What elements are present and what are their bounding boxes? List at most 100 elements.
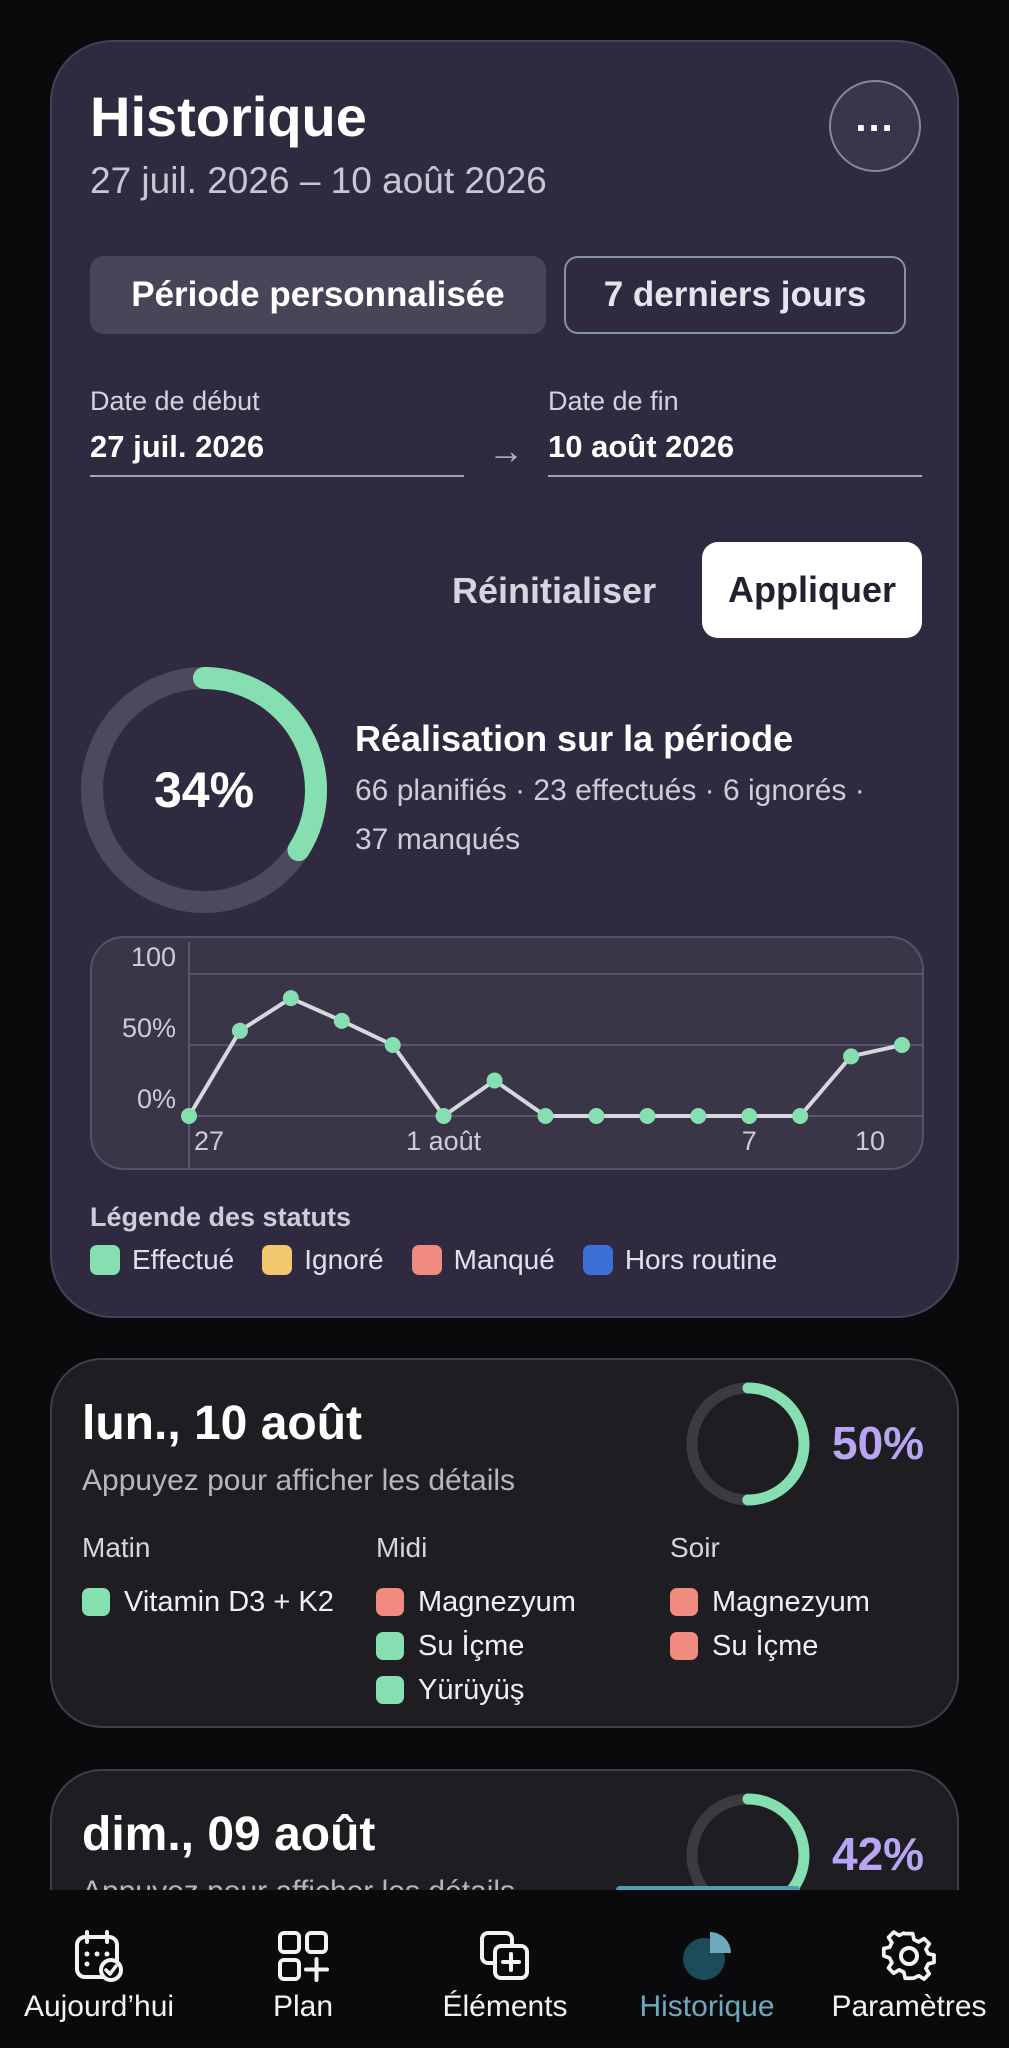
task-item: Magnezyum [670, 1580, 950, 1624]
day-card[interactable]: lun., 10 août Appuyez pour afficher les … [50, 1358, 959, 1728]
legend-label: Manqué [453, 1244, 555, 1275]
start-date-label: Date de début [90, 386, 260, 416]
nav-item-plan[interactable]: Plan [208, 1890, 398, 2048]
task-item: Su İçme [376, 1624, 656, 1668]
task-name: Magnezyum [712, 1585, 870, 1618]
line-chart-svg: 100 50% 0% 27 1 août 7 10 [122, 942, 922, 1168]
status-dot [670, 1588, 698, 1616]
end-date-field[interactable]: Date de fin 10 août 2026 [548, 386, 922, 477]
x-tick-label: 27 [194, 1126, 224, 1156]
legend-swatch [582, 1245, 613, 1275]
column-label: Soir [670, 1532, 720, 1563]
day-completion-ring [686, 1382, 810, 1506]
add-copy-icon [480, 1931, 529, 1980]
task-item: Su İçme [670, 1624, 950, 1668]
day-completion-ring [686, 1793, 810, 1890]
status-dot [376, 1632, 404, 1660]
task-name: Yürüyüş [418, 1673, 525, 1706]
status-dot [376, 1676, 404, 1704]
completion-ring: 34% [78, 664, 330, 916]
legend-swatch [411, 1245, 442, 1275]
data-point [231, 1022, 248, 1039]
y-tick-label: 50% [122, 1013, 176, 1043]
end-date-label: Date de fin [548, 386, 679, 416]
completion-percent: 34% [153, 762, 255, 818]
history-card: Historique 27 juil. 2026 – 10 août 2026 … [50, 40, 959, 1318]
data-point [486, 1072, 503, 1089]
pie-chart-icon [683, 1932, 731, 1980]
data-point [435, 1108, 452, 1124]
start-date-value[interactable]: 27 juil. 2026 [90, 429, 464, 477]
data-point [282, 990, 299, 1007]
data-point [384, 1037, 401, 1053]
legend-label: Effectué [132, 1244, 235, 1275]
legend-swatch [90, 1245, 120, 1275]
nav-label: Aujourd’hui [23, 1990, 175, 2023]
task-name: Magnezyum [418, 1585, 576, 1618]
last-7-days-button[interactable]: 7 derniers jours [564, 256, 906, 334]
column-midi: Midi Magnezyum Su İçme Yürüyüş [376, 1532, 656, 1712]
legend-item-ignored: Ignoré [262, 1244, 384, 1276]
scroll-area[interactable]: Historique 27 juil. 2026 – 10 août 2026 … [0, 0, 1009, 1890]
nav-label: Historique [639, 1990, 775, 2023]
x-tick-label: 1 août [406, 1126, 482, 1156]
legend-title: Légende des statuts [90, 1202, 352, 1232]
day-subtitle: Appuyez pour afficher les détails [82, 1464, 516, 1497]
summary-stats: 66 planifiés · 23 effectués · 6 ignorés … [355, 766, 915, 864]
nav-item-history[interactable]: Historique [612, 1890, 802, 2048]
task-name: Vitamin D3 + K2 [124, 1585, 334, 1618]
legend-label: Ignoré [304, 1244, 384, 1275]
nav-label: Paramètres [831, 1990, 987, 2023]
page-title: Historique [90, 85, 367, 148]
completion-chart: 100 50% 0% 27 1 août 7 10 [90, 936, 924, 1170]
data-point [333, 1012, 350, 1029]
x-tick-label: 10 [855, 1126, 885, 1156]
reset-button[interactable]: Réinitialiser [452, 570, 656, 612]
data-point [894, 1037, 910, 1053]
date-range-text: 27 juil. 2026 – 10 août 2026 [90, 160, 547, 201]
end-date-value[interactable]: 10 août 2026 [548, 429, 922, 477]
day-title: dim., 09 août [82, 1808, 376, 1861]
task-item: Magnezyum [376, 1580, 656, 1624]
start-date-field[interactable]: Date de début 27 juil. 2026 [90, 386, 464, 477]
nav-label: Plan [272, 1990, 334, 2023]
day-card[interactable]: dim., 09 août Appuyez pour afficher les … [50, 1769, 959, 1890]
legend-swatch [262, 1245, 293, 1275]
column-label: Midi [376, 1532, 428, 1563]
data-point [181, 1108, 197, 1124]
task-item: Vitamin D3 + K2 [82, 1580, 362, 1624]
nav-label: Éléments [442, 1990, 568, 2023]
legend-item-off-routine: Hors routine [582, 1244, 778, 1276]
day-percent: 50% [832, 1417, 925, 1469]
more-icon: ... [855, 95, 895, 140]
y-tick-label: 0% [137, 1084, 176, 1114]
gear-icon [881, 1930, 936, 1981]
day-title: lun., 10 août [82, 1397, 363, 1450]
summary-stats-line-2: 37 manqués [355, 823, 521, 856]
task-name: Su İçme [712, 1629, 819, 1662]
status-dot [82, 1588, 110, 1616]
nav-item-settings[interactable]: Paramètres [814, 1890, 1004, 2048]
custom-period-button[interactable]: Période personnalisée [90, 256, 546, 334]
data-point [588, 1108, 605, 1124]
task-item: Yürüyüş [376, 1668, 656, 1712]
grid-plus-icon [278, 1931, 329, 1982]
status-legend: Effectué Ignoré Manqué Hors routine [90, 1244, 805, 1276]
legend-label: Hors routine [624, 1244, 778, 1275]
task-name: Su İçme [418, 1629, 525, 1662]
nav-item-today[interactable]: Aujourd’hui [4, 1890, 194, 2048]
x-tick-label: 7 [742, 1126, 757, 1156]
bottom-navigation: Aujourd’hui Plan Éléments Historique Par… [0, 1890, 1009, 2048]
status-dot [670, 1632, 698, 1660]
nav-item-elements[interactable]: Éléments [410, 1890, 600, 2048]
data-point [741, 1108, 758, 1124]
column-soir: Soir Magnezyum Su İçme [670, 1532, 950, 1668]
day-percent: 42% [832, 1828, 925, 1880]
summary-stats-line-1: 66 planifiés · 23 effectués · 6 ignorés … [355, 774, 865, 807]
more-options-button[interactable]: ... [829, 80, 921, 172]
legend-item-done: Effectué [90, 1244, 234, 1276]
apply-button[interactable]: Appliquer [702, 542, 922, 638]
calendar-check-icon [75, 1930, 123, 1982]
y-tick-label: 100 [131, 942, 176, 972]
data-point [639, 1108, 656, 1124]
